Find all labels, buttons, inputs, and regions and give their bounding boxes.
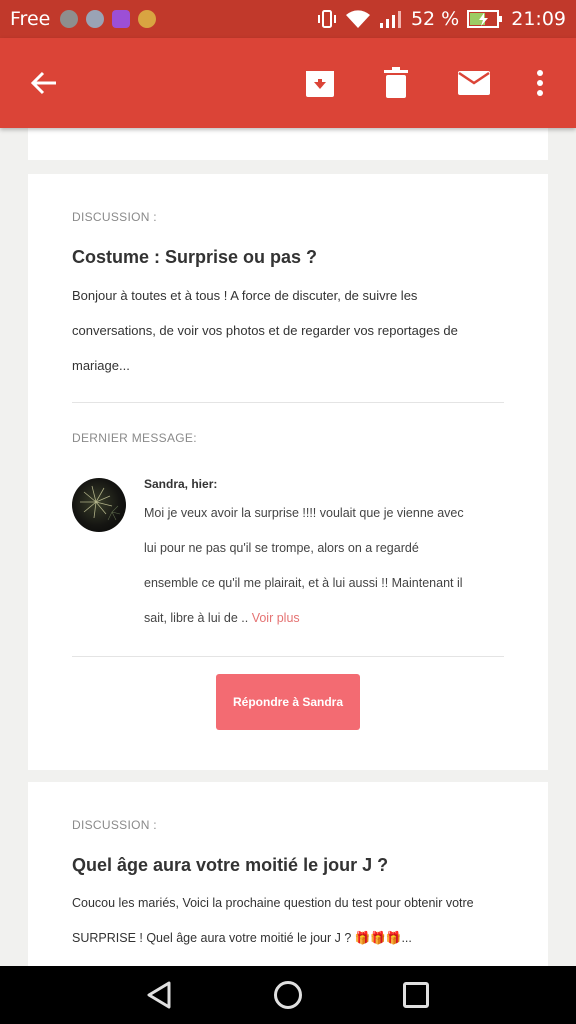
discussion-excerpt: Bonjour à toutes et à tous ! A force de …: [72, 278, 504, 383]
notification-icons: [60, 10, 157, 28]
discussion-excerpt: Coucou les mariés, Voici la prochaine qu…: [72, 886, 512, 956]
gallery-notif-icon: [112, 10, 131, 28]
nav-home-button[interactable]: [258, 966, 318, 1024]
status-bar: Free 52 % 21:09: [0, 0, 576, 38]
delete-icon: [384, 67, 408, 98]
nav-recents-icon: [403, 982, 429, 1008]
battery-percent: 52 %: [410, 8, 460, 30]
archive-icon: [306, 71, 334, 97]
back-button[interactable]: [20, 38, 68, 128]
more-vert-icon: [537, 70, 543, 96]
battery-charging-icon: [467, 10, 503, 28]
excerpt-line: SURPRISE ! Quel âge aura votre moitié le…: [72, 931, 412, 945]
message-line: sait, libre à lui de ..: [144, 611, 249, 625]
excerpt-line: Coucou les mariés, Voici la prochaine qu…: [72, 896, 474, 910]
game-notif-icon: [138, 10, 157, 28]
divider: [72, 402, 504, 403]
system-nav-bar: [0, 966, 576, 1024]
message-line: ensemble ce qu'il me plairait, et à lui …: [144, 576, 463, 590]
message-line: lui pour ne pas qu'il se trompe, alors o…: [144, 541, 419, 555]
discussion-card: DISCUSSION : Costume : Surprise ou pas ?…: [28, 174, 548, 770]
message-line: Moi je veux avoir la surprise !!!! voula…: [144, 506, 464, 520]
discussion-title[interactable]: Costume : Surprise ou pas ?: [72, 247, 504, 268]
divider: [72, 656, 504, 657]
mail-icon: [458, 71, 490, 95]
discussion-kicker: DISCUSSION :: [72, 818, 157, 832]
carrier-label: Free: [10, 8, 51, 30]
see-more-link[interactable]: Voir plus: [252, 611, 300, 625]
discussion-kicker: DISCUSSION :: [72, 210, 157, 224]
excerpt-line: conversations, de voir vos photos et de …: [72, 323, 458, 338]
archive-button[interactable]: [296, 38, 344, 128]
discussion-card: DISCUSSION : Quel âge aura votre moitié …: [28, 782, 548, 966]
signal-icon: [379, 11, 401, 28]
nav-back-button[interactable]: [130, 966, 190, 1024]
reply-button[interactable]: Répondre à Sandra: [216, 674, 360, 730]
discussion-title[interactable]: Quel âge aura votre moitié le jour J ?: [72, 855, 504, 876]
vibrate-icon: [317, 10, 336, 28]
app-notif-icon: [86, 10, 105, 28]
clock: 21:09: [511, 8, 566, 30]
app-notif-icon: [60, 10, 79, 28]
app-toolbar: [0, 38, 576, 128]
mark-unread-button[interactable]: [450, 38, 498, 128]
email-body[interactable]: DISCUSSION : Costume : Surprise ou pas ?…: [0, 128, 576, 966]
back-arrow-icon: [30, 71, 56, 95]
nav-back-icon: [147, 981, 171, 1009]
nav-home-icon: [274, 981, 302, 1009]
last-message-label: DERNIER MESSAGE:: [72, 431, 197, 445]
fireworks-icon: [80, 485, 121, 521]
wifi-icon: [345, 10, 370, 28]
previous-card: [28, 128, 548, 160]
delete-button[interactable]: [372, 38, 420, 128]
message-author: Sandra, hier:: [144, 477, 218, 491]
excerpt-line: mariage...: [72, 358, 130, 373]
message-text: Moi je veux avoir la surprise !!!! voula…: [144, 496, 504, 636]
avatar: [72, 478, 126, 532]
excerpt-line: Bonjour à toutes et à tous ! A force de …: [72, 288, 418, 303]
message-line-last: sait, libre à lui de .. Voir plus: [144, 601, 504, 636]
more-options-button[interactable]: [522, 38, 558, 128]
nav-recents-button[interactable]: [386, 966, 446, 1024]
